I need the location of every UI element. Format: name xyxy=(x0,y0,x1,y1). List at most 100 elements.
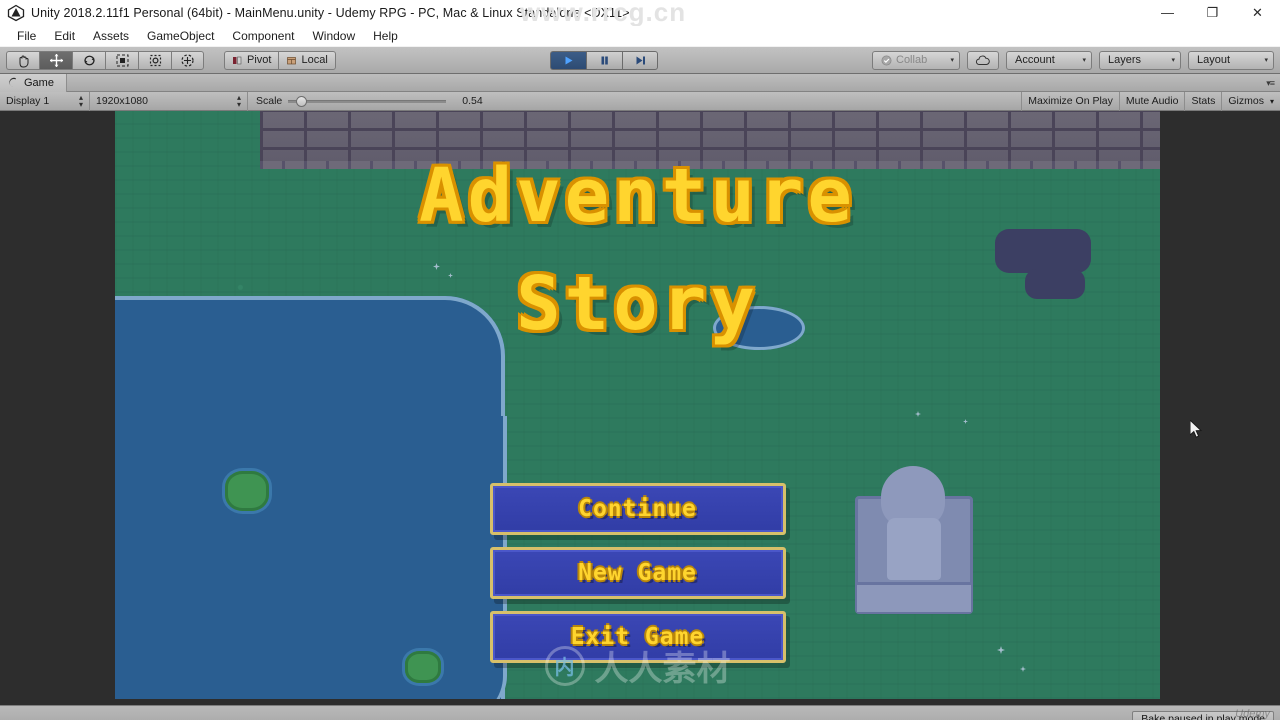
pivot-toggle[interactable]: Pivot xyxy=(224,50,279,70)
display-dropdown[interactable]: Display 1 ▴ ▾ xyxy=(0,91,90,111)
mute-audio-toggle[interactable]: Mute Audio xyxy=(1118,91,1185,111)
scale-slider-knob[interactable] xyxy=(296,95,308,107)
game-canvas[interactable]: Adventure Story Continue New Game Exit G… xyxy=(115,111,1160,699)
hand-icon xyxy=(19,55,28,67)
play-button[interactable] xyxy=(550,50,586,70)
window-titlebar: Unity 2018.2.11f1 Personal (64bit) - Mai… xyxy=(0,0,1280,27)
bake-status-badge[interactable]: Bake paused in play mode xyxy=(1132,710,1274,720)
gizmos-dropdown[interactable]: Gizmos ▾ xyxy=(1221,91,1280,111)
rotate-icon xyxy=(83,55,95,65)
main-menu-buttons: Continue New Game Exit Game xyxy=(489,483,786,663)
stats-toggle[interactable]: Stats xyxy=(1184,91,1221,111)
small-island xyxy=(405,651,441,683)
exit-game-button-label: Exit Game xyxy=(570,624,705,650)
pivot-icon xyxy=(233,56,242,64)
rect-tool-button[interactable] xyxy=(138,50,171,70)
menu-file[interactable]: File xyxy=(8,27,45,45)
restore-button[interactable]: ❐ xyxy=(1190,0,1235,26)
scale-value: 0.54 xyxy=(462,95,483,107)
play-icon xyxy=(565,56,573,64)
unity-logo-icon xyxy=(7,4,25,22)
menu-edit[interactable]: Edit xyxy=(45,27,84,45)
transform-tools-group xyxy=(6,50,204,70)
chevron-down-icon: ▾ xyxy=(950,57,954,64)
exit-game-button[interactable]: Exit Game xyxy=(489,611,786,663)
statue-plinth xyxy=(857,582,971,612)
layout-label: Layout xyxy=(1197,54,1231,66)
resolution-label: 1920x1080 xyxy=(96,95,148,107)
combined-transform-icon xyxy=(181,53,194,67)
account-dropdown[interactable]: Account ▾ xyxy=(1006,50,1092,70)
menu-help[interactable]: Help xyxy=(364,27,407,45)
step-icon xyxy=(636,56,645,64)
rock-formation xyxy=(995,229,1091,273)
local-space-icon xyxy=(287,56,297,64)
game-view-icon xyxy=(9,77,16,87)
move-tool-button[interactable] xyxy=(39,50,72,70)
collab-dropdown[interactable]: Collab ▾ xyxy=(872,50,960,70)
scale-slider[interactable] xyxy=(288,95,447,107)
playmode-controls xyxy=(550,50,658,70)
continue-button[interactable]: Continue xyxy=(489,483,786,535)
layers-label: Layers xyxy=(1108,54,1142,66)
gameview-toolbar: Display 1 ▴ ▾ 1920x1080 ▴ ▾ Scale 0.54 Max… xyxy=(0,91,1280,111)
editor-status-bar: Bake paused in play mode Udemy xyxy=(0,705,1280,720)
pivot-label: Pivot xyxy=(247,54,272,66)
move-arrows-icon xyxy=(49,53,63,67)
menubar: File Edit Assets GameObject Component Wi… xyxy=(0,26,1280,46)
display-label: Display 1 xyxy=(6,95,50,107)
menu-component[interactable]: Component xyxy=(223,27,303,45)
minimize-button[interactable]: — xyxy=(1145,0,1190,26)
account-label: Account xyxy=(1015,54,1055,66)
chevron-down-icon: ▾ xyxy=(1082,57,1086,64)
stone-wall xyxy=(260,111,1160,169)
scale-slider-group[interactable]: Scale 0.54 xyxy=(248,92,489,111)
maximize-on-play-toggle[interactable]: Maximize On Play xyxy=(1021,91,1119,111)
tab-game[interactable]: Game xyxy=(0,73,67,92)
cloud-icon xyxy=(975,55,990,65)
hand-tool-button[interactable] xyxy=(6,50,39,70)
tab-game-label: Game xyxy=(24,76,54,89)
chevron-down-icon: ▾ xyxy=(1269,96,1274,106)
rotate-tool-button[interactable] xyxy=(72,50,105,70)
gizmos-label: Gizmos xyxy=(1228,95,1264,107)
statue-body xyxy=(887,518,941,580)
small-island xyxy=(225,471,269,511)
tab-options-icon[interactable]: ▾≡ xyxy=(1266,78,1275,89)
statue-sprite xyxy=(855,466,973,614)
pause-button[interactable] xyxy=(586,50,622,70)
stepper-updown-icon: ▴ ▾ xyxy=(236,93,241,109)
rect-transform-icon xyxy=(149,54,161,66)
chevron-down-icon: ▾ xyxy=(1171,57,1175,64)
space-toggle[interactable]: Local xyxy=(278,50,336,70)
window-controls: — ❐ ✕ xyxy=(1145,0,1280,26)
game-view-render-area[interactable]: Adventure Story Continue New Game Exit G… xyxy=(0,111,1280,705)
menu-window[interactable]: Window xyxy=(303,27,364,45)
menu-gameobject[interactable]: GameObject xyxy=(138,27,223,45)
layers-dropdown[interactable]: Layers ▾ xyxy=(1099,50,1181,70)
pivot-space-group: Pivot Local xyxy=(224,50,336,70)
space-label: Local xyxy=(301,54,328,66)
unity-toolbar: Pivot Local Collab ▾ Account ▾ Layers ▾ … xyxy=(0,46,1280,74)
scale-tool-button[interactable] xyxy=(105,50,138,70)
toolbar-right-group: Collab ▾ Account ▾ Layers ▾ Layout ▾ xyxy=(872,50,1274,70)
gameview-toggles: Maximize On Play Mute Audio Stats Gizmos… xyxy=(1021,91,1280,111)
window-title: Unity 2018.2.11f1 Personal (64bit) - Mai… xyxy=(31,5,630,20)
close-button[interactable]: ✕ xyxy=(1235,0,1280,26)
collab-label: Collab xyxy=(896,54,928,66)
scale-label: Scale xyxy=(256,95,283,107)
new-game-button-label: New Game xyxy=(578,560,697,586)
resolution-dropdown[interactable]: 1920x1080 ▴ ▾ xyxy=(90,91,248,111)
stepper-updown-icon: ▴ ▾ xyxy=(78,93,83,109)
collab-check-icon xyxy=(881,55,892,65)
transform-tool-button[interactable] xyxy=(171,50,204,70)
menu-assets[interactable]: Assets xyxy=(84,27,138,45)
step-button[interactable] xyxy=(622,50,658,70)
layout-dropdown[interactable]: Layout ▾ xyxy=(1188,50,1274,70)
rock-formation xyxy=(1025,269,1085,299)
editor-tab-row: Game ▾≡ xyxy=(0,73,1280,92)
cloud-services-button[interactable] xyxy=(967,50,999,70)
scale-icon xyxy=(116,54,128,66)
new-game-button[interactable]: New Game xyxy=(489,547,786,599)
chevron-down-icon: ▾ xyxy=(1264,57,1268,64)
